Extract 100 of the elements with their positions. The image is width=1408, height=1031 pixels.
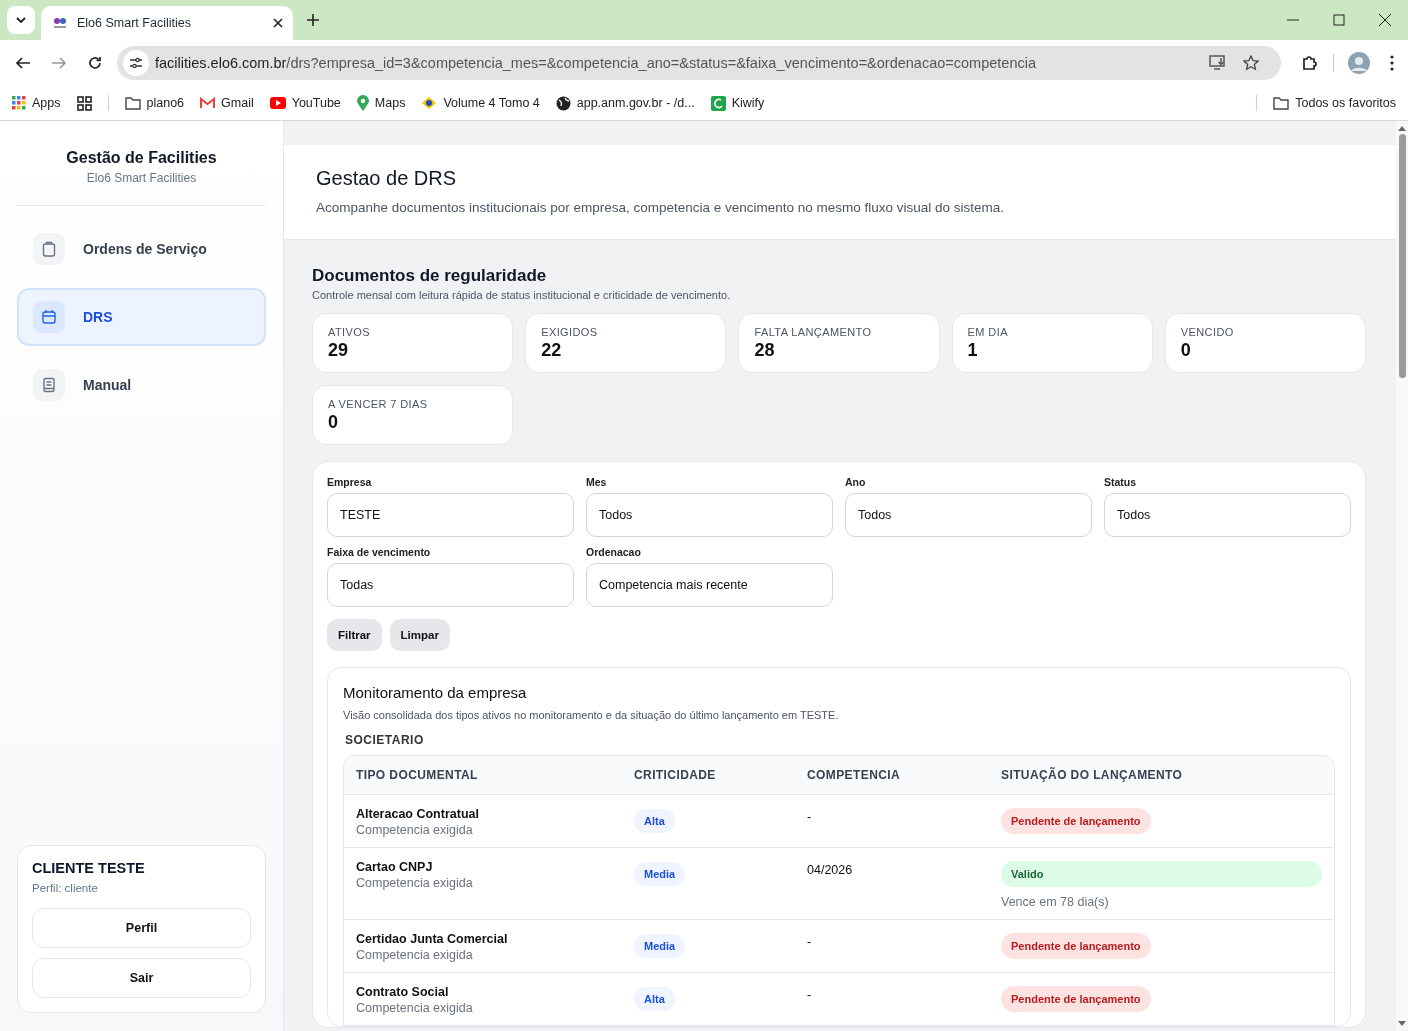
filter-button[interactable]: Limpar	[389, 619, 450, 651]
filter-button[interactable]: Filtrar	[327, 619, 382, 651]
grid-icon[interactable]	[76, 95, 92, 111]
page-title: Gestao de DRS	[316, 167, 458, 190]
apps-icon	[12, 96, 26, 110]
bookmark-item[interactable]: Volume 4 Tomo 4	[421, 96, 540, 110]
status-badge: Valido	[1001, 861, 1322, 887]
column-header: CRITICIDADE	[634, 768, 717, 782]
due-text: Vence em 78 dia(s)	[1001, 895, 1110, 909]
bookmark-item[interactable]: Maps	[356, 95, 406, 111]
select-field[interactable]: Todas	[327, 563, 574, 607]
new-tab-icon[interactable]	[307, 14, 319, 26]
folder-icon	[124, 96, 141, 110]
criticality-badge: Alta	[634, 809, 675, 833]
back-icon[interactable]	[15, 55, 31, 71]
select-field[interactable]: Todos	[845, 493, 1092, 537]
address-bar[interactable]: facilities.elo6.com.br/drs?empresa_id=3&competencia_mes=&competencia_ano=&status=&faixa_vencimento=&ordenacao=competencia	[117, 46, 1281, 80]
bookmark-item[interactable]: Kiwify	[710, 95, 765, 111]
tab-search-button[interactable]	[7, 6, 35, 34]
stat-value: 28	[754, 340, 776, 361]
document-name: Certidao Junta Comercial	[356, 932, 509, 946]
map-pin-icon	[356, 95, 369, 111]
stat-label: VENCIDO	[1180, 326, 1235, 338]
star-icon[interactable]	[1243, 55, 1259, 71]
bookmark-item[interactable]: plano6	[124, 96, 185, 110]
document-note: Competencia exigida	[356, 1001, 474, 1015]
field-label: Faixa de vencimento	[327, 546, 432, 558]
book-icon	[41, 377, 57, 393]
bookmark-item[interactable]: app.anm.gov.br - /d...	[555, 95, 695, 111]
scroll-up-icon[interactable]	[1398, 125, 1406, 131]
bookmark-item[interactable]: Gmail	[200, 96, 254, 110]
document-name: Contrato Social	[356, 985, 450, 999]
nav-item[interactable]: Manual	[17, 356, 266, 414]
flag-icon	[421, 96, 438, 110]
stat-label: ATIVOS	[328, 326, 371, 338]
stat-value: 1	[967, 340, 979, 361]
stat-value: 29	[328, 340, 350, 361]
maximize-icon[interactable]	[1333, 14, 1345, 26]
forward-icon[interactable]	[51, 55, 67, 71]
section-subtitle: Controle mensal com leitura rápida de status institucional e criticidade de vencimento.	[312, 289, 732, 301]
column-header: TIPO DOCUMENTAL	[356, 768, 479, 782]
competence-text: -	[807, 810, 812, 824]
stat-label: EXIGIDOS	[541, 326, 599, 338]
status-badge: Pendente de lançamento	[1001, 986, 1151, 1012]
bookmark-item[interactable]: YouTube	[269, 96, 341, 110]
user-button[interactable]: Sair	[32, 958, 251, 998]
criticality-badge: Media	[634, 862, 686, 886]
kiwify-icon	[710, 95, 726, 111]
nav-item[interactable]: DRS	[17, 288, 266, 346]
puzzle-icon[interactable]	[1301, 54, 1319, 72]
column-header: SITUAÇÃO DO LANÇAMENTO	[1001, 768, 1184, 782]
mail-icon	[200, 97, 216, 109]
user-name: CLIENTE TESTE	[32, 860, 146, 876]
document-note: Competencia exigida	[356, 823, 474, 837]
browser-tab[interactable]: Elo6 Smart Facilities	[41, 6, 293, 40]
url-text: facilities.elo6.com.br/drs?empresa_id=3&competencia_mes=&competencia_ano=&status=&faixa_vencimento=&ordenacao=competencia	[155, 55, 1037, 71]
select-field[interactable]: TESTE	[327, 493, 574, 537]
select-field[interactable]: Todos	[1104, 493, 1351, 537]
select-field[interactable]: Competencia mais recente	[586, 563, 833, 607]
avatar-icon[interactable]	[1348, 52, 1370, 74]
field-label: Status	[1104, 476, 1138, 488]
site-logo-icon	[53, 17, 67, 29]
stat-value: 0	[1180, 340, 1192, 361]
criticality-badge: Alta	[634, 987, 675, 1011]
scroll-down-icon[interactable]	[1398, 1021, 1406, 1027]
monitor-subtitle: Visão consolidada dos tipos ativos no monitoramento e da situação do último lançamento em TESTE.	[343, 709, 840, 721]
document-note: Competencia exigida	[356, 876, 474, 890]
status-badge: Pendente de lançamento	[1001, 808, 1151, 834]
stat-value: 0	[328, 412, 339, 433]
nav-item[interactable]: Ordens de Serviço	[17, 220, 266, 278]
competence-text: 04/2026	[807, 863, 853, 877]
tab-title: Elo6 Smart Facilities	[77, 16, 192, 30]
document-name: Cartao CNPJ	[356, 860, 434, 874]
scrollbar[interactable]	[1396, 121, 1408, 1031]
app-title: Gestão de Facilities	[65, 149, 218, 167]
menu-icon[interactable]	[1390, 55, 1394, 71]
field-label: Mes	[586, 476, 608, 488]
close-icon[interactable]	[1379, 14, 1391, 26]
clipboard-icon	[41, 241, 57, 257]
criticality-badge: Media	[634, 934, 686, 958]
user-button[interactable]: Perfil	[32, 908, 251, 948]
competence-text: -	[807, 935, 812, 949]
document-name: Alteracao Contratual	[356, 807, 480, 821]
bookmark-folder[interactable]: Todos os favoritos	[1273, 96, 1396, 110]
stat-label: A VENCER 7 DIAS	[328, 398, 429, 410]
reload-icon[interactable]	[87, 55, 103, 71]
bookmark-item[interactable]: Apps	[12, 96, 61, 110]
site-settings-icon[interactable]	[123, 50, 149, 76]
user-role: Perfil: cliente	[32, 882, 99, 894]
competence-text: -	[807, 988, 812, 1002]
scrollbar-thumb[interactable]	[1398, 134, 1406, 378]
select-field[interactable]: Todos	[586, 493, 833, 537]
stat-label: FALTA LANÇAMENTO	[754, 326, 873, 338]
play-icon	[269, 97, 286, 109]
status-badge: Pendente de lançamento	[1001, 933, 1151, 959]
install-app-icon[interactable]	[1209, 55, 1227, 71]
stat-label: EM DIA	[967, 326, 1009, 338]
monitor-title: Monitoramento da empresa	[343, 684, 528, 701]
page-subtitle: Acompanhe documentos institucionais por empresa, competencia e vencimento no mesmo fluxo visual do sistema.	[316, 200, 1006, 215]
close-icon[interactable]	[273, 18, 283, 28]
